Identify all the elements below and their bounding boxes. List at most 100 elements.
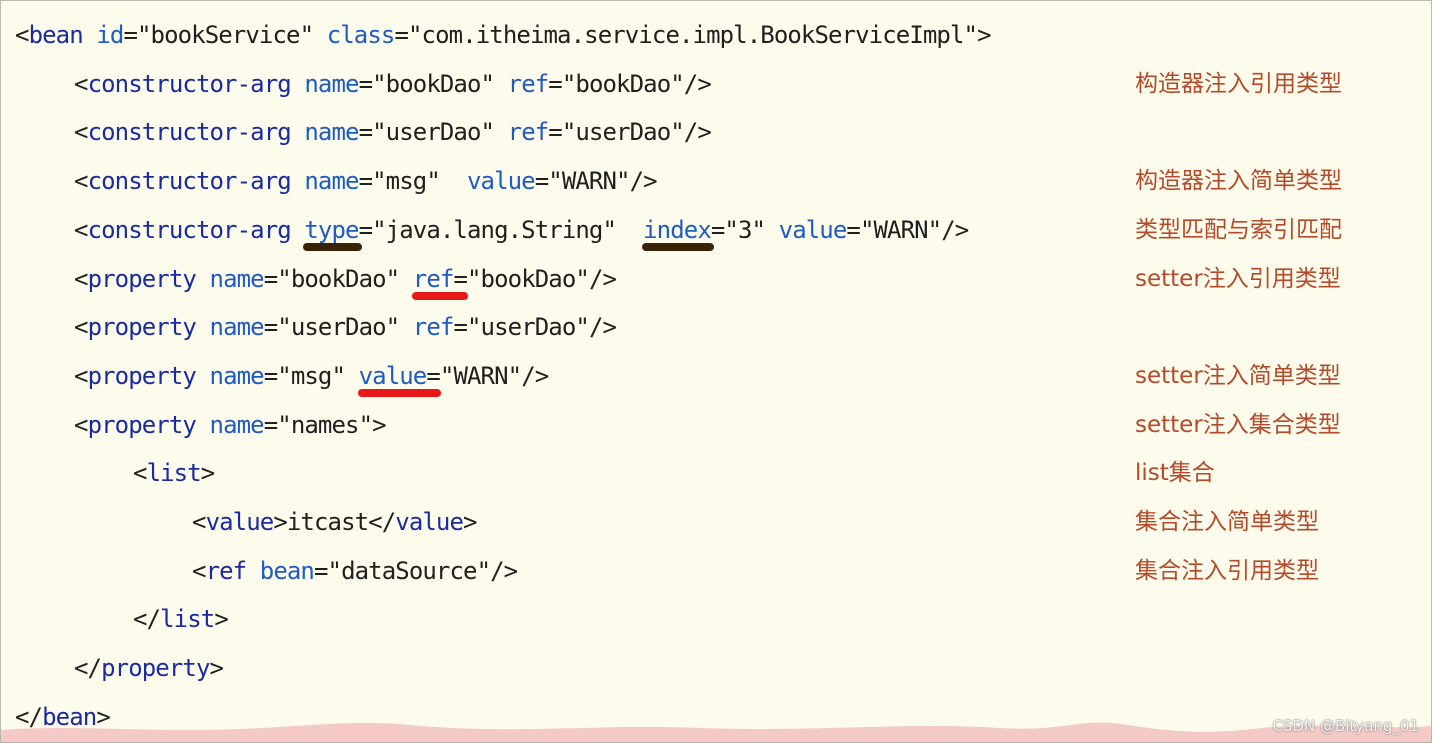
code-slide: <bean id="bookService" class="com.itheim… [0,0,1432,743]
code-token: ="userDao" [453,313,589,342]
code-token: ="names" [263,410,373,439]
code-token: ref [507,118,550,147]
code-token: property [101,654,210,683]
code-token: constructor-arg [87,118,292,147]
code-token: bean [28,21,84,49]
code-line: <value>itcast</value> [192,502,477,542]
code-token: value [358,361,428,390]
code-token: ="WARN" [846,215,942,244]
code-token: name [209,410,265,439]
code-token: type [304,215,359,244]
code-token: index [643,215,712,244]
code-token: ="WARN" [534,167,631,196]
code-token: value [466,167,536,196]
code-token: ="bookDao" [358,69,495,98]
code-token: > [977,21,991,49]
code-token: > [209,654,224,683]
code-token: class [326,21,396,49]
code-line: <list> [133,453,215,493]
code-token: value [205,508,275,536]
code-token: < [74,167,88,196]
highlight-underline [411,291,469,300]
code-token: < [74,215,88,244]
code-line: <property name="bookDao" ref="bookDao"/> [74,259,617,299]
code-line: <bean id="bookService" class="com.itheim… [15,15,992,55]
code-token: > [273,508,287,536]
code-token: /> [588,313,617,342]
code-token: ="bookService" [123,21,314,49]
code-token: < [133,459,147,488]
code-token: < [74,313,88,342]
code-token: list [146,459,202,488]
code-token: id [96,21,124,49]
highlight-underline [642,242,714,251]
code-token: > [463,508,477,536]
annotation-note: 构造器注入简单类型 [1135,168,1342,195]
code-token: list [160,605,215,634]
bottom-decoration [1,722,1431,742]
watermark: CSDN @Bityang_01 [1272,717,1419,735]
code-token: < [15,21,29,49]
code-token: > [200,459,215,488]
code-token: name [209,313,265,342]
code-token: < [74,69,88,98]
code-line: <constructor-arg type="java.lang.String"… [74,210,969,250]
annotation-note: list集合 [1135,460,1215,487]
code-token: property [87,313,197,342]
annotation-note: 构造器注入引用类型 [1135,70,1342,97]
code-token: ref [412,264,455,293]
code-token: ="bookDao" [453,264,589,293]
code-token: value [778,215,848,244]
code-line: <property name="names"> [74,405,387,445]
annotation-note: 集合注入简单类型 [1135,509,1319,535]
code-token: property [87,264,197,293]
code-token: < [192,556,206,585]
code-token: /> [490,556,518,585]
code-token: ref [412,313,455,342]
code-line: <property name="msg" value="WARN"/> [74,356,549,396]
code-token: name [209,361,265,390]
code-token: /> [683,118,712,147]
code-token: < [74,410,88,439]
annotation-note: setter注入引用类型 [1135,265,1341,292]
code-line: <ref bean="dataSource"/> [192,551,518,591]
code-token: ="WARN" [426,361,522,390]
code-token: </ [133,605,161,634]
code-token: ="bookDao" [263,264,400,293]
code-token: /> [683,69,712,98]
code-token: bean [259,556,315,585]
code-token: ="userDao" [358,118,495,147]
code-token: name [304,118,359,147]
code-token: </ [74,654,102,683]
code-token: ="userDao" [548,118,684,147]
code-token: < [192,508,206,536]
code-token: ="userDao" [263,313,400,342]
annotation-note: 集合注入引用类型 [1135,557,1319,584]
code-token: </ [368,508,396,536]
code-token: name [209,264,265,293]
code-token: /> [588,264,617,293]
code-line: </list> [133,599,229,639]
code-line: <constructor-arg name="userDao" ref="use… [74,112,712,152]
code-token: ="msg" [263,361,346,390]
code-token: ="3" [710,215,766,244]
code-token: ="bookDao" [548,69,684,98]
code-token: name [304,167,359,196]
code-token: ="com.itheima.service.impl.BookServiceIm… [394,21,978,49]
